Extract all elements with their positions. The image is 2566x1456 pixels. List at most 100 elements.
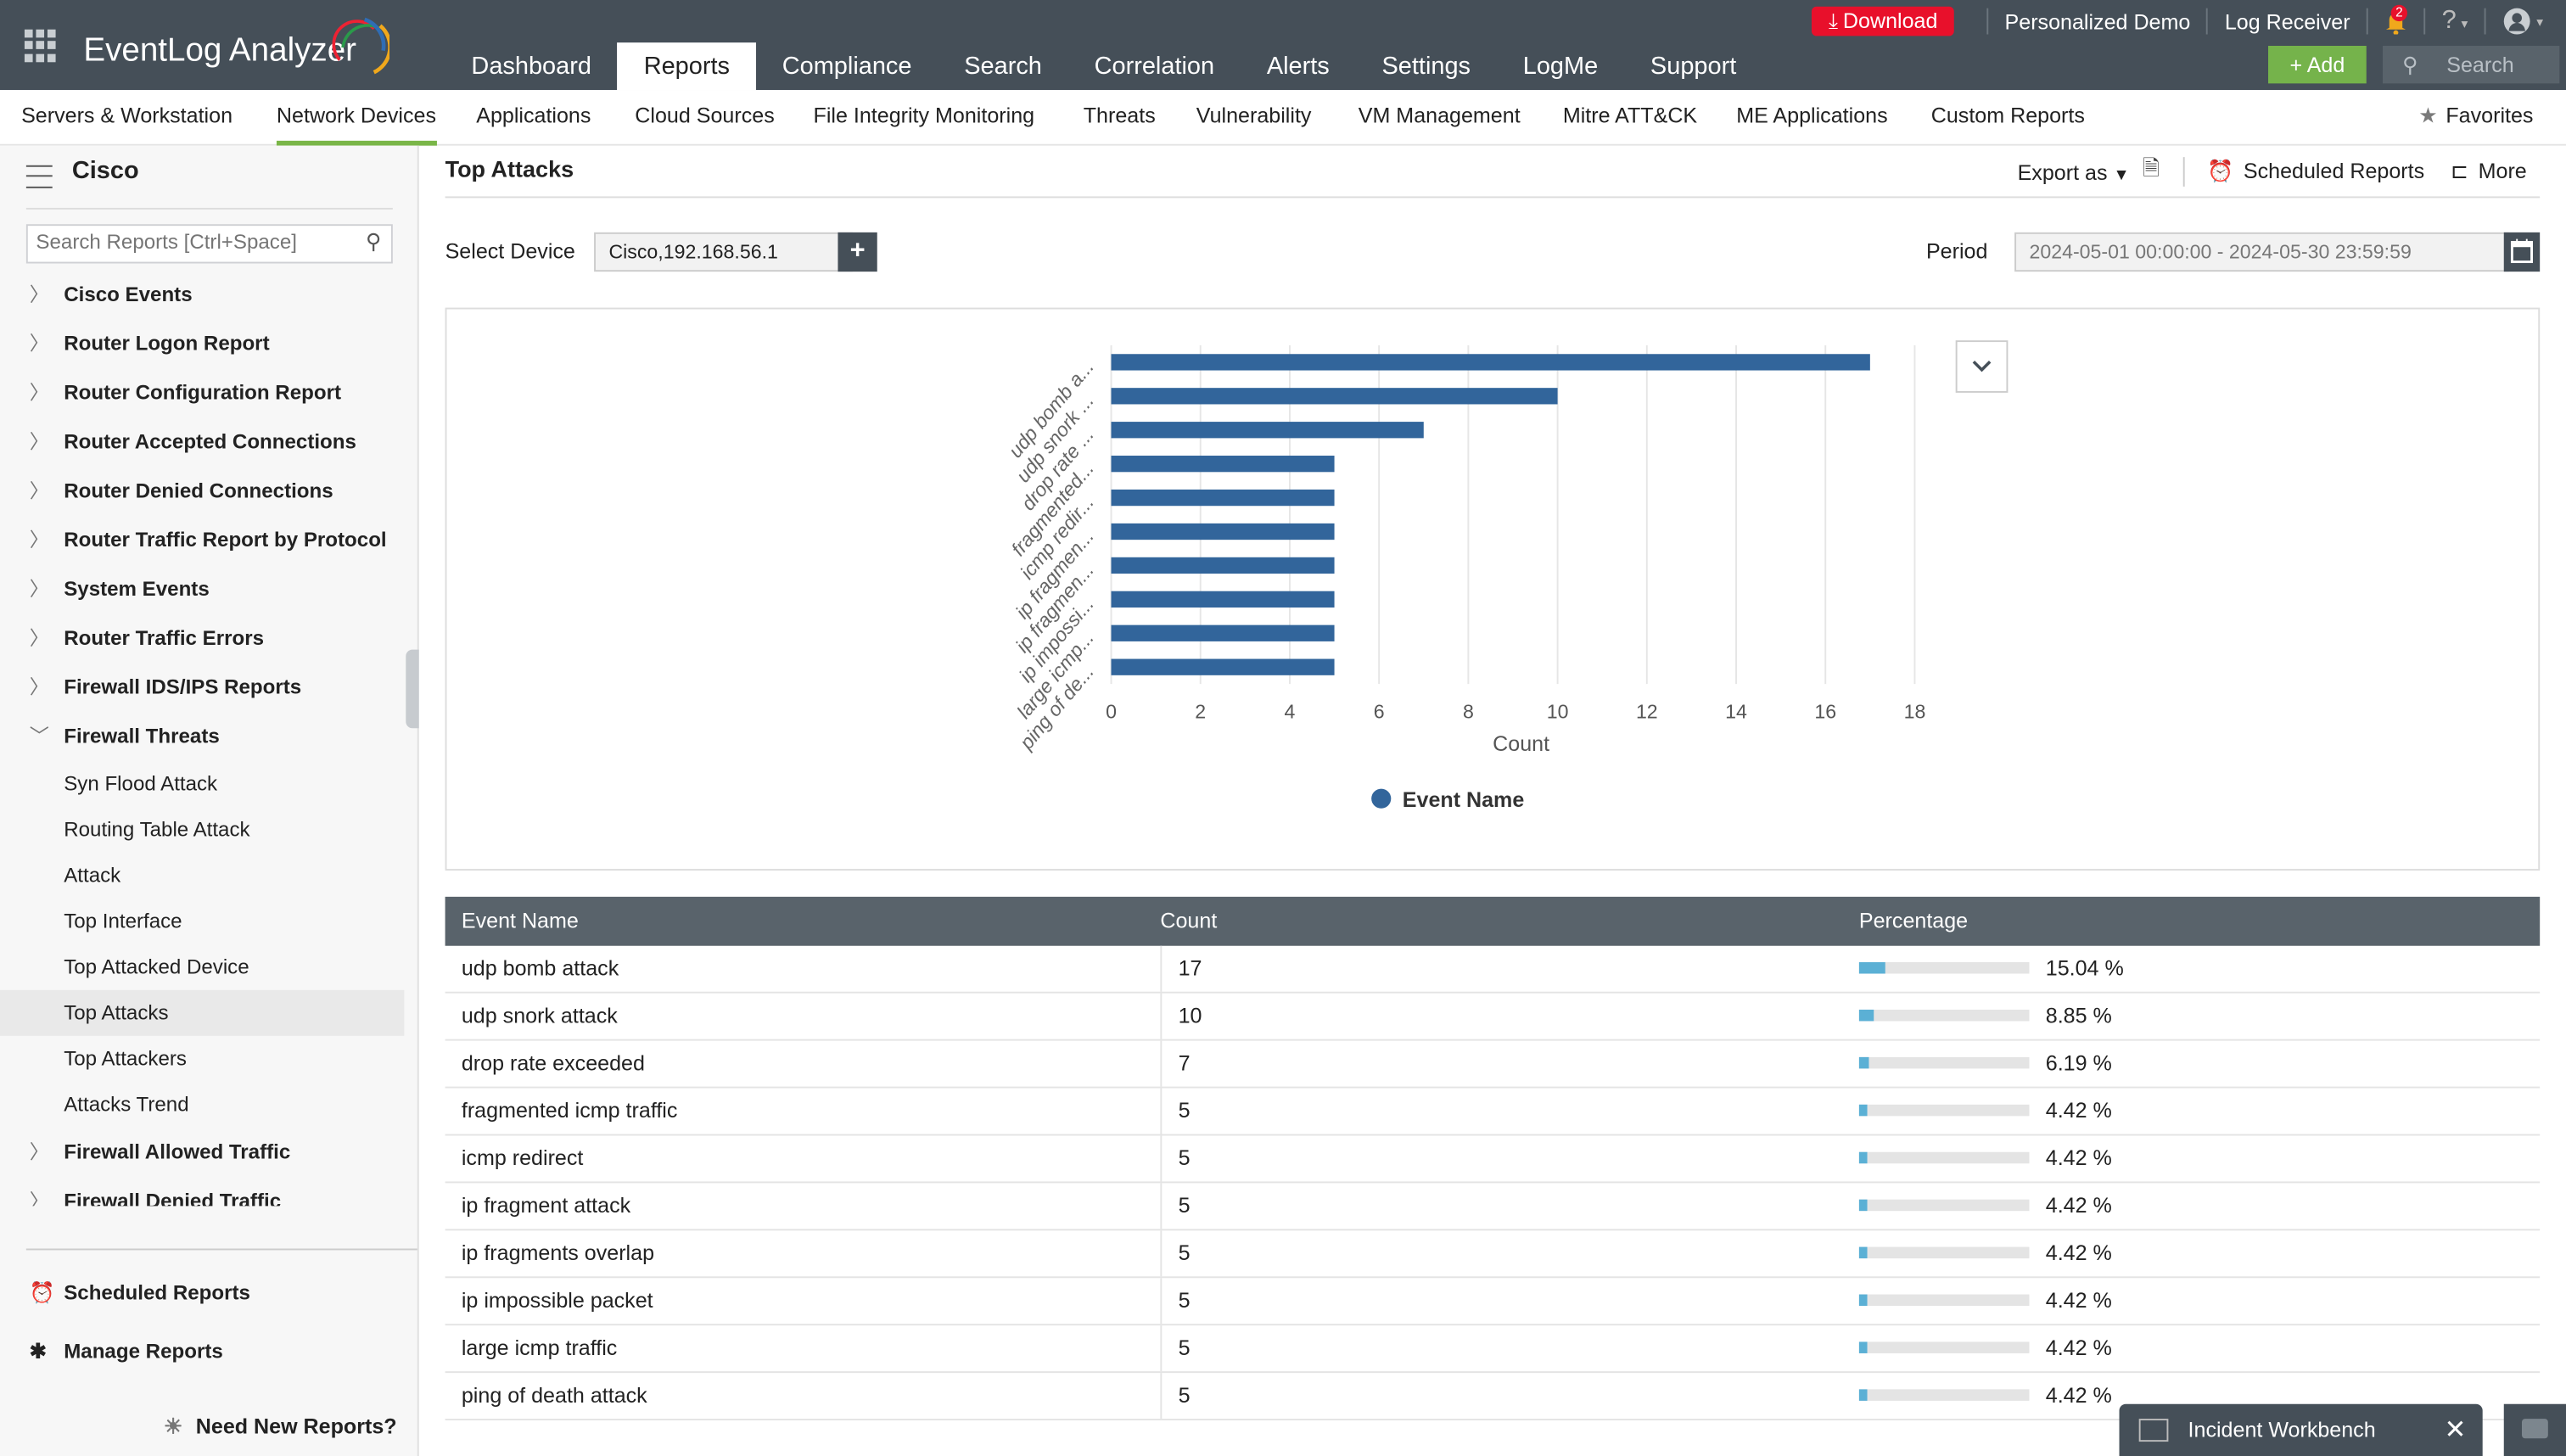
global-search[interactable]: ⚲ Search	[2383, 46, 2560, 84]
sidebar-collapse-handle[interactable]	[406, 649, 419, 729]
main-nav-compliance[interactable]: Compliance	[756, 42, 938, 90]
sidebar-item-router-configuration-report[interactable]: 〉 Router Configuration Report	[0, 368, 417, 417]
period-field[interactable]: 2024-05-01 00:00:00 - 2024-05-30 23:59:5…	[2014, 232, 2509, 272]
sidebar-item-top-attackers[interactable]: Top Attackers	[0, 1036, 417, 1082]
chat-button[interactable]	[2503, 1403, 2566, 1456]
count-cell: 5	[1160, 1373, 1191, 1420]
add-label: Add	[2306, 52, 2345, 77]
sidebar-item-router-denied-connections[interactable]: 〉 Router Denied Connections	[0, 467, 417, 516]
sidebar-item-firewall-threats[interactable]: ﹀ Firewall Threats	[0, 712, 417, 761]
sidebar-item-system-events[interactable]: 〉 System Events	[0, 564, 417, 613]
hamburger-icon[interactable]	[25, 165, 53, 188]
sidebar-item-attacks-trend[interactable]: Attacks Trend	[0, 1082, 417, 1128]
main-nav-dashboard[interactable]: Dashboard	[445, 42, 618, 90]
sidebar-item-firewall-allowed-traffic[interactable]: 〉 Firewall Allowed Traffic	[0, 1128, 417, 1177]
bar	[1111, 523, 1335, 540]
sub-nav-network-devices[interactable]: Network Devices	[276, 90, 437, 146]
main-nav-reports[interactable]: Reports	[617, 42, 756, 91]
table-row[interactable]: large icmp traffic 5 4.42 %	[445, 1325, 2541, 1374]
divider	[2423, 8, 2426, 35]
column-header-event-name[interactable]: Event Name	[462, 897, 579, 946]
calendar-button[interactable]	[2503, 232, 2541, 272]
personalized-demo-link[interactable]: Personalized Demo	[2005, 9, 2191, 34]
table-row[interactable]: icmp redirect 5 4.42 %	[445, 1135, 2541, 1184]
user-menu-button[interactable]: ▾	[2502, 7, 2543, 36]
sidebar-item-firewall-ids-ips-reports[interactable]: 〉 Firewall IDS/IPS Reports	[0, 663, 417, 712]
export-button[interactable]: Export as ▼	[2018, 160, 2130, 184]
table-body: udp bomb attack 17 15.04 % udp snork attack…	[445, 945, 2541, 1421]
sidebar-item-router-logon-report[interactable]: 〉 Router Logon Report	[0, 319, 417, 368]
main-nav-search[interactable]: Search	[938, 42, 1067, 90]
count-cell: 10	[1160, 993, 1202, 1039]
event-name-cell: ip fragment attack	[461, 1192, 631, 1218]
sidebar-item-top-attacks[interactable]: Top Attacks	[0, 989, 405, 1036]
percentage-bar	[1858, 962, 2030, 974]
sidebar-item-router-traffic-errors[interactable]: 〉 Router Traffic Errors	[0, 613, 417, 663]
sub-nav-mitre-att-ck[interactable]: Mitre ATT&CK	[1563, 90, 1697, 141]
sidebar-item-routing-table-attack[interactable]: Routing Table Attack	[0, 807, 417, 853]
sub-nav-custom-reports[interactable]: Custom Reports	[1931, 90, 2085, 141]
apps-grid-icon[interactable]	[24, 29, 58, 63]
sub-nav-cloud-sources[interactable]: Cloud Sources	[635, 90, 774, 141]
device-field[interactable]: Cisco,192.168.56.1	[594, 232, 853, 272]
schedule-export-icon[interactable]: 🗎	[2143, 154, 2160, 189]
sidebar-item-cisco-events[interactable]: 〉 Cisco Events	[0, 270, 417, 319]
bar	[1111, 354, 1870, 371]
report-search: ⚲	[25, 224, 393, 264]
manage-reports-link[interactable]: ✱ Manage Reports	[30, 1339, 223, 1364]
scheduled-reports-link[interactable]: ⏰ Scheduled Reports	[30, 1281, 250, 1306]
sub-nav-file-integrity-monitoring[interactable]: File Integrity Monitoring	[814, 90, 1035, 141]
close-icon[interactable]: ✕	[2445, 1414, 2467, 1447]
add-button[interactable]: + Add	[2268, 46, 2367, 84]
column-header-percentage[interactable]: Percentage	[1859, 897, 1968, 946]
percentage-bar	[1858, 1009, 2030, 1022]
download-button[interactable]: ⤓ Download	[1812, 6, 1954, 36]
report-search-input[interactable]	[27, 226, 356, 259]
more-button[interactable]: ⊏ More	[2451, 159, 2527, 185]
sub-nav-me-applications[interactable]: ME Applications	[1736, 90, 1887, 141]
column-header-count[interactable]: Count	[1160, 897, 1217, 946]
sub-nav-threats[interactable]: Threats	[1084, 90, 1156, 141]
sidebar-item-top-attacked-device[interactable]: Top Attacked Device	[0, 944, 417, 990]
scheduled-reports-button[interactable]: ⏰ Scheduled Reports	[2207, 159, 2424, 185]
search-icon[interactable]: ⚲	[366, 229, 381, 255]
bar	[1111, 624, 1335, 641]
add-device-button[interactable]: +	[838, 232, 877, 272]
sidebar-item-router-accepted-connections[interactable]: 〉 Router Accepted Connections	[0, 417, 417, 467]
notifications-button[interactable]: 2	[2384, 4, 2408, 36]
need-new-reports-link[interactable]: ☀ Need New Reports?	[164, 1414, 397, 1440]
sub-nav-applications[interactable]: Applications	[476, 90, 591, 141]
sub-nav-vulnerability[interactable]: Vulnerability	[1196, 90, 1312, 141]
sidebar-item-firewall-denied-traffic[interactable]: 〉 Firewall Denied Traffic	[0, 1177, 417, 1206]
sidebar-item-label: Top Attackers	[64, 1047, 187, 1071]
sidebar-item-syn-flood-attack[interactable]: Syn Flood Attack	[0, 761, 417, 807]
table-row[interactable]: ip fragments overlap 5 4.42 %	[445, 1230, 2541, 1279]
sidebar-item-attack[interactable]: Attack	[0, 853, 417, 899]
sub-nav-vm-management[interactable]: VM Management	[1359, 90, 1521, 141]
help-button[interactable]: ? ▾	[2442, 7, 2468, 36]
table-row[interactable]: udp snork attack 10 8.85 %	[445, 993, 2541, 1041]
main-nav-support[interactable]: Support	[1624, 42, 1762, 90]
event-name-cell: ip fragments overlap	[461, 1240, 655, 1265]
sub-nav-servers-workstation[interactable]: Servers & Workstation	[21, 90, 233, 141]
table-row[interactable]: ip impossible packet 5 4.42 %	[445, 1278, 2541, 1326]
main-nav-alerts[interactable]: Alerts	[1241, 42, 1356, 90]
divider	[1986, 8, 1989, 35]
main-nav-settings[interactable]: Settings	[1356, 42, 1497, 90]
log-receiver-link[interactable]: Log Receiver	[2225, 9, 2350, 34]
favorites-label: Favorites	[2446, 103, 2534, 128]
sidebar-item-router-traffic-report-by-protocol[interactable]: 〉 Router Traffic Report by Protocol	[0, 516, 417, 565]
sidebar-item-top-interface[interactable]: Top Interface	[0, 899, 417, 944]
main-nav-correlation[interactable]: Correlation	[1068, 42, 1241, 90]
main-nav-logme[interactable]: LogMe	[1497, 42, 1624, 90]
app-root: EventLog Analyzer Dashboard Reports Compli…	[0, 0, 2566, 1456]
table-row[interactable]: drop rate exceeded 7 6.19 %	[445, 1040, 2541, 1089]
need-new-reports-label: Need New Reports?	[195, 1414, 397, 1439]
table-row[interactable]: fragmented icmp traffic 5 4.42 %	[445, 1088, 2541, 1136]
incident-workbench-bar[interactable]: Incident Workbench ✕	[2119, 1403, 2483, 1456]
app-logo[interactable]: EventLog Analyzer	[83, 33, 356, 70]
chart-options-button[interactable]	[1955, 340, 2009, 393]
table-row[interactable]: ip fragment attack 5 4.42 %	[445, 1183, 2541, 1231]
table-row[interactable]: udp bomb attack 17 15.04 %	[445, 945, 2541, 994]
favorites-button[interactable]: ★ Favorites	[2418, 90, 2533, 141]
